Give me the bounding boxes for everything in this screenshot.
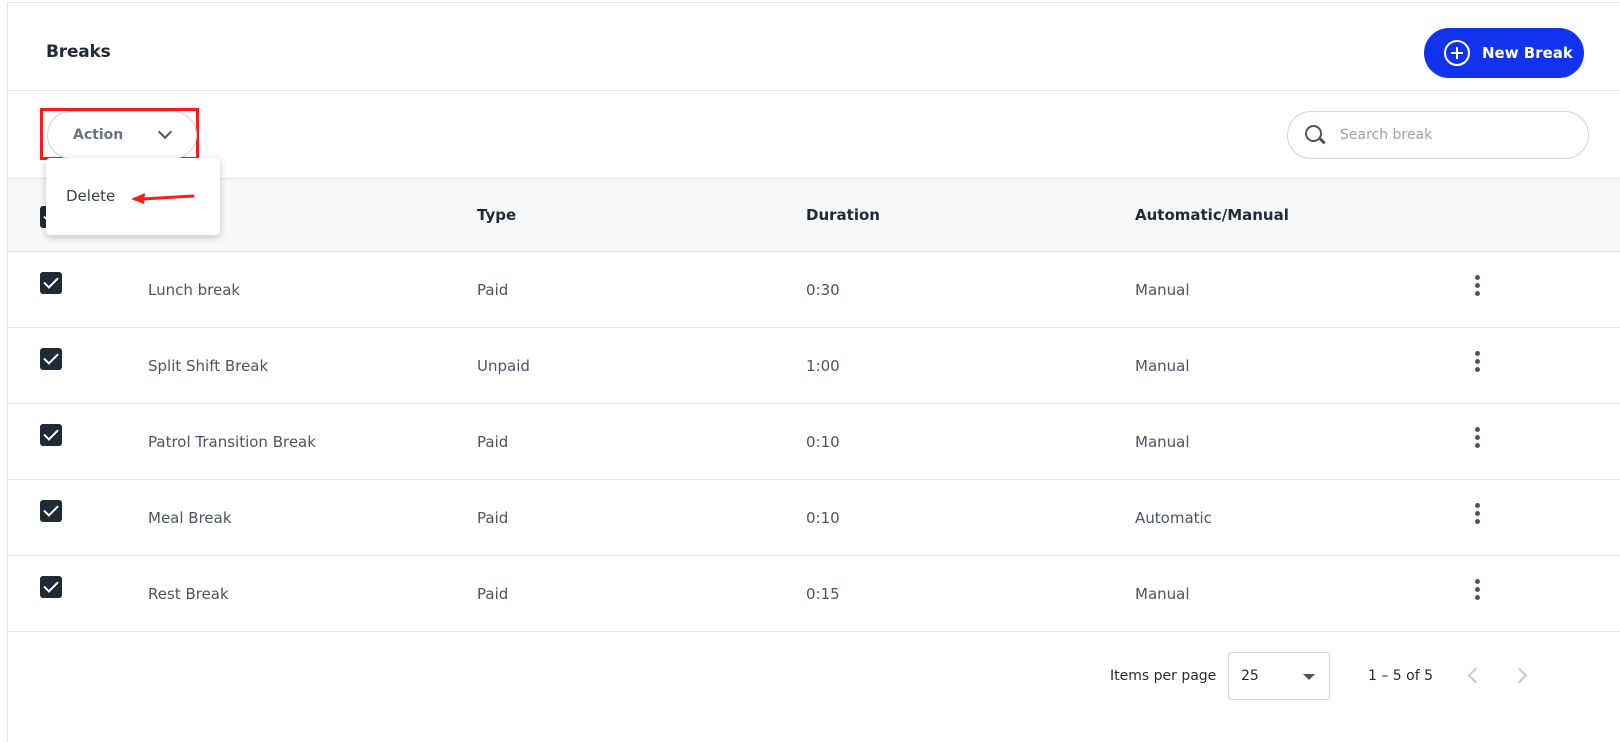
items-per-page-label: Items per page: [1110, 668, 1217, 684]
row-checkbox[interactable]: [40, 576, 62, 598]
new-break-button[interactable]: New Break: [1424, 28, 1584, 78]
breaks-card: Breaks New Break Action me Type Duration…: [7, 2, 1620, 742]
table-row: Meal Break Paid 0:10 Automatic: [8, 480, 1620, 556]
cell-type: Paid: [477, 433, 509, 451]
caret-down-icon: [1303, 674, 1315, 680]
table-row: Lunch break Paid 0:30 Manual: [8, 252, 1620, 328]
card-header: Breaks New Break: [8, 3, 1620, 91]
action-label: Action: [73, 127, 124, 143]
cell-type: Paid: [477, 509, 509, 527]
row-checkbox[interactable]: [40, 272, 62, 294]
row-checkbox[interactable]: [40, 348, 62, 370]
column-header-mode: Automatic/Manual: [1135, 206, 1289, 224]
paginator: Items per page 25 1 – 5 of 5: [8, 631, 1620, 742]
more-vertical-icon[interactable]: [1472, 275, 1484, 299]
cell-name: Meal Break: [148, 509, 232, 527]
row-checkbox[interactable]: [40, 500, 62, 522]
toolbar: Action: [8, 91, 1620, 179]
action-dropdown-button[interactable]: Action: [47, 111, 197, 159]
chevron-left-icon[interactable]: [1466, 665, 1480, 685]
new-break-label: New Break: [1482, 44, 1573, 62]
search-input[interactable]: [1340, 122, 1570, 148]
cell-mode: Manual: [1135, 585, 1190, 603]
cell-mode: Automatic: [1135, 509, 1212, 527]
more-vertical-icon[interactable]: [1472, 427, 1484, 451]
search-box: [1287, 111, 1589, 159]
column-header-type: Type: [477, 206, 517, 224]
annotation-arrow-icon: [131, 193, 195, 204]
table-row: Split Shift Break Unpaid 1:00 Manual: [8, 328, 1620, 404]
cell-duration: 1:00: [806, 357, 840, 375]
more-vertical-icon[interactable]: [1472, 351, 1484, 375]
page-range-label: 1 – 5 of 5: [1368, 668, 1434, 684]
more-vertical-icon[interactable]: [1472, 503, 1484, 527]
items-per-page-value: 25: [1241, 668, 1259, 684]
chevron-right-icon[interactable]: [1514, 665, 1528, 685]
more-vertical-icon[interactable]: [1472, 579, 1484, 603]
cell-type: Paid: [477, 585, 509, 603]
cell-mode: Manual: [1135, 281, 1190, 299]
cell-name: Lunch break: [148, 281, 241, 299]
cell-name: Split Shift Break: [148, 357, 269, 375]
cell-duration: 0:15: [806, 585, 840, 603]
table-row: Rest Break Paid 0:15 Manual: [8, 556, 1620, 632]
table-header-row: me Type Duration Automatic/Manual: [8, 179, 1620, 252]
cell-mode: Manual: [1135, 433, 1190, 451]
chevron-down-icon: [157, 124, 173, 140]
cell-duration: 0:30: [806, 281, 840, 299]
page-title: Breaks: [46, 42, 111, 62]
cell-duration: 0:10: [806, 433, 840, 451]
search-icon: [1305, 125, 1323, 143]
table-row: Patrol Transition Break Paid 0:10 Manual: [8, 404, 1620, 480]
cell-name: Patrol Transition Break: [148, 433, 316, 451]
cell-mode: Manual: [1135, 357, 1190, 375]
menu-item-delete[interactable]: Delete: [66, 187, 115, 205]
cell-type: Unpaid: [477, 357, 530, 375]
items-per-page-select[interactable]: 25: [1228, 652, 1330, 700]
cell-name: Rest Break: [148, 585, 229, 603]
row-checkbox[interactable]: [40, 424, 62, 446]
plus-circle-icon: [1444, 40, 1470, 66]
cell-duration: 0:10: [806, 509, 840, 527]
cell-type: Paid: [477, 281, 509, 299]
column-header-duration: Duration: [806, 206, 880, 224]
